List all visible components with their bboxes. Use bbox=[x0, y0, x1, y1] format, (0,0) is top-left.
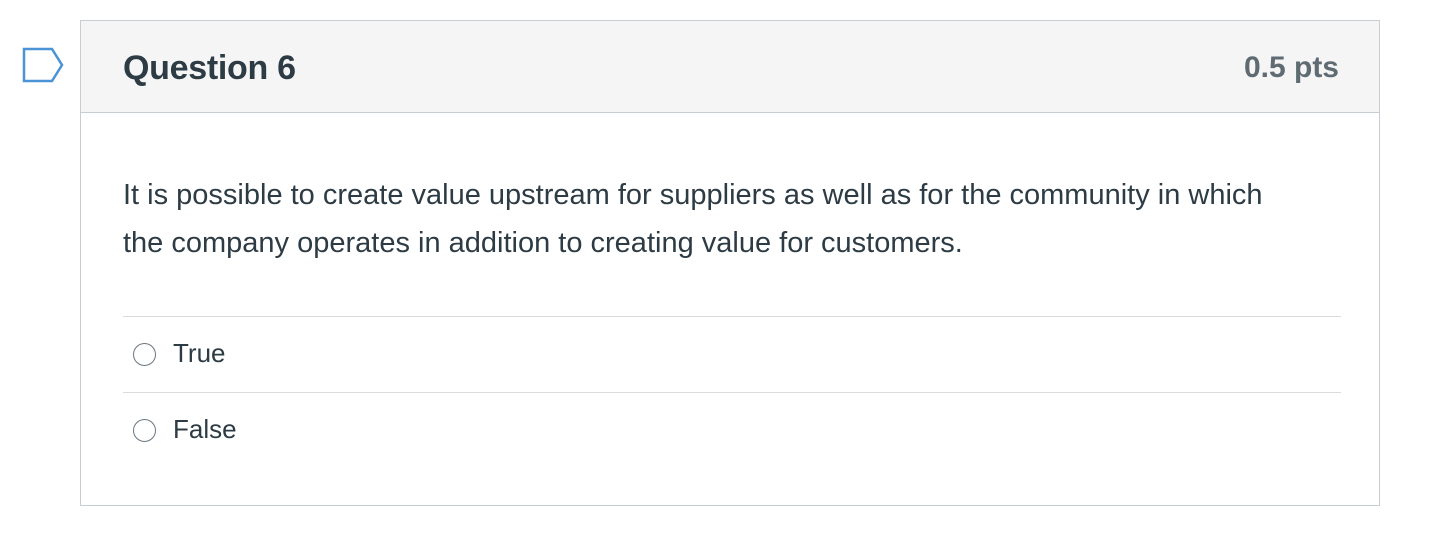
flag-question-icon[interactable] bbox=[22, 47, 64, 83]
answer-option-false[interactable]: False bbox=[123, 392, 1341, 468]
answer-label[interactable]: True bbox=[173, 338, 226, 369]
radio-button[interactable] bbox=[133, 419, 156, 442]
answer-list: True False bbox=[123, 316, 1341, 468]
question-title: Question 6 bbox=[123, 49, 296, 87]
question-header: Question 6 0.5 pts bbox=[81, 21, 1379, 113]
question-text: It is possible to create value upstream … bbox=[123, 179, 1263, 259]
answer-option-true[interactable]: True bbox=[123, 316, 1341, 392]
answer-label[interactable]: False bbox=[173, 414, 237, 445]
radio-button[interactable] bbox=[133, 343, 156, 366]
question-points: 0.5 pts bbox=[1243, 51, 1339, 84]
question-card: Question 6 0.5 pts It is possible to cre… bbox=[80, 20, 1380, 506]
